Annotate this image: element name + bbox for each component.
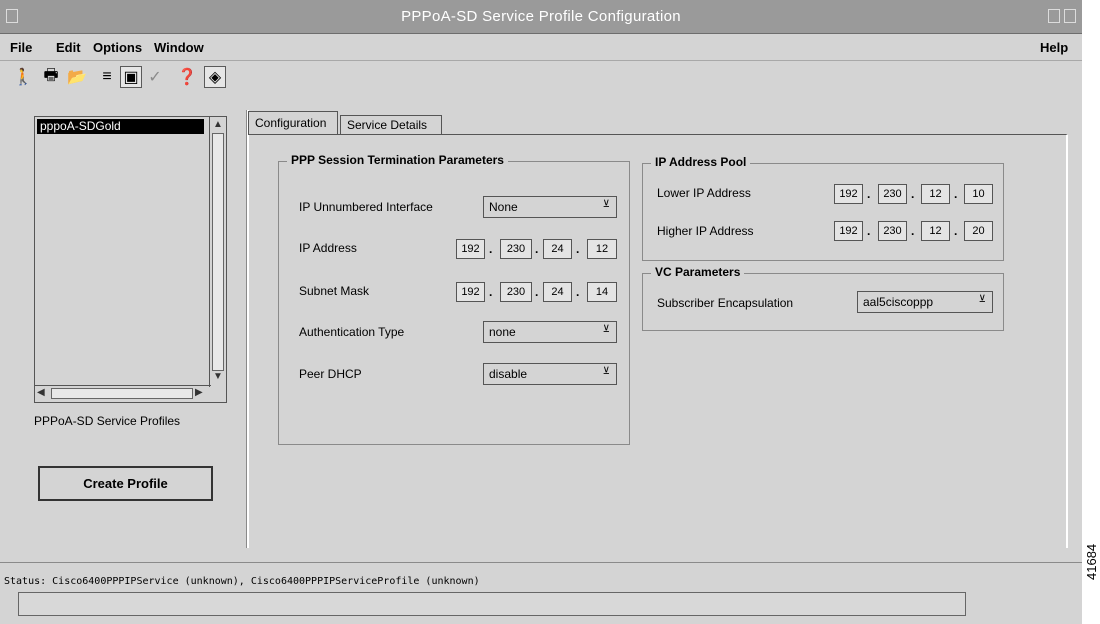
encap-value: aal5ciscoppp	[863, 295, 934, 309]
list-item[interactable]: pppoA-SDGold	[37, 119, 204, 134]
print-icon[interactable]: 🖶	[40, 66, 62, 88]
higher-ip-octet-2[interactable]: 230	[878, 221, 907, 241]
ip-dot: .	[576, 285, 580, 299]
lower-ip-octet-4[interactable]: 10	[964, 184, 993, 204]
ip-address-octet-3[interactable]: 24	[543, 239, 572, 259]
higher-ip-octet-1[interactable]: 192	[834, 221, 863, 241]
figure-number: 41684	[1084, 543, 1099, 580]
ip-dot: .	[535, 285, 539, 299]
checkmark-icon[interactable]: ✓	[144, 66, 166, 88]
status-divider	[0, 562, 1082, 563]
ip-dot: .	[954, 224, 958, 238]
create-profile-button[interactable]: Create Profile	[38, 466, 213, 501]
app-window: PPPoA-SD Service Profile Configuration F…	[0, 0, 1082, 624]
monitor-icon[interactable]: ▣	[120, 66, 142, 88]
menu-edit[interactable]: Edit	[56, 40, 81, 55]
ip-pool-group: IP Address Pool Lower IP Address 192 . 2…	[642, 155, 1004, 261]
menu-window[interactable]: Window	[154, 40, 204, 55]
window-title: PPPoA-SD Service Profile Configuration	[401, 8, 681, 25]
ip-unnumbered-label: IP Unnumbered Interface	[299, 200, 433, 214]
lower-ip-label: Lower IP Address	[657, 186, 751, 200]
ip-dot: .	[867, 224, 871, 238]
higher-ip-octet-3[interactable]: 12	[921, 221, 950, 241]
hscroll-thumb[interactable]	[51, 388, 193, 399]
menu-options[interactable]: Options	[93, 40, 142, 55]
vertical-scrollbar[interactable]: ▲ ▼	[209, 117, 226, 387]
lower-ip-octet-3[interactable]: 12	[921, 184, 950, 204]
profile-list-caption: PPPoA-SD Service Profiles	[34, 414, 181, 428]
refresh-icon[interactable]: ◈	[204, 66, 226, 88]
ip-pool-title: IP Address Pool	[651, 155, 751, 169]
menu-help[interactable]: Help	[1040, 40, 1068, 55]
scroll-thumb[interactable]	[212, 133, 224, 371]
subnet-octet-3[interactable]: 24	[543, 282, 572, 302]
peer-dhcp-value: disable	[489, 367, 528, 381]
open-folder-icon[interactable]: 📂	[66, 66, 88, 88]
ip-dot: .	[576, 242, 580, 256]
higher-ip-octet-4[interactable]: 20	[964, 221, 993, 241]
minimize-icon[interactable]	[1048, 9, 1060, 23]
dropdown-icon: ⊻	[602, 324, 610, 335]
scroll-up-icon[interactable]: ▲	[213, 119, 223, 130]
ppp-group: PPP Session Termination Parameters IP Un…	[278, 153, 630, 445]
higher-ip-label: Higher IP Address	[657, 224, 754, 238]
exit-icon[interactable]: 🚶	[12, 66, 34, 88]
menu-bar: File Edit Options Window Help	[0, 34, 1082, 61]
ip-dot: .	[535, 242, 539, 256]
subnet-octet-4[interactable]: 14	[587, 282, 617, 302]
ip-dot: .	[911, 224, 915, 238]
list-icon[interactable]: ≡	[96, 66, 118, 88]
ip-address-octet-1[interactable]: 192	[456, 239, 485, 259]
title-bar: PPPoA-SD Service Profile Configuration	[0, 0, 1082, 34]
auth-type-label: Authentication Type	[299, 325, 405, 339]
help-icon[interactable]: ❓	[176, 66, 198, 88]
encap-label: Subscriber Encapsulation	[657, 296, 794, 310]
ip-address-label: IP Address	[299, 241, 357, 255]
subnet-label: Subnet Mask	[299, 284, 370, 298]
menu-file[interactable]: File	[10, 40, 32, 55]
dropdown-icon: ⊻	[978, 294, 986, 305]
profile-list[interactable]: pppoA-SDGold ▲ ▼ ◀ ▶	[34, 116, 227, 403]
scroll-right-icon[interactable]: ▶	[195, 387, 203, 398]
ppp-group-title: PPP Session Termination Parameters	[287, 153, 508, 167]
vc-group: VC Parameters Subscriber Encapsulation a…	[642, 265, 1004, 331]
ip-dot: .	[867, 187, 871, 201]
maximize-icon[interactable]	[1064, 9, 1076, 23]
vc-title: VC Parameters	[651, 265, 745, 279]
horizontal-scrollbar[interactable]: ◀ ▶	[35, 385, 211, 402]
status-bar	[18, 592, 966, 616]
ip-address-octet-4[interactable]: 12	[587, 239, 617, 259]
subnet-octet-2[interactable]: 230	[500, 282, 532, 302]
ip-dot: .	[489, 285, 493, 299]
encap-select[interactable]: aal5ciscoppp ⊻	[857, 291, 993, 313]
config-panel: PPP Session Termination Parameters IP Un…	[248, 134, 1068, 548]
dropdown-icon: ⊻	[602, 199, 610, 210]
auth-type-value: none	[489, 325, 516, 339]
lower-ip-octet-2[interactable]: 230	[878, 184, 907, 204]
dropdown-icon: ⊻	[602, 366, 610, 377]
tab-service-details[interactable]: Service Details	[340, 115, 442, 135]
lower-ip-octet-1[interactable]: 192	[834, 184, 863, 204]
ip-dot: .	[489, 242, 493, 256]
ip-unnumbered-select[interactable]: None ⊻	[483, 196, 617, 218]
tab-configuration[interactable]: Configuration	[248, 111, 338, 135]
peer-dhcp-select[interactable]: disable ⊻	[483, 363, 617, 385]
scroll-down-icon[interactable]: ▼	[213, 371, 223, 382]
peer-dhcp-label: Peer DHCP	[299, 367, 362, 381]
ip-address-octet-2[interactable]: 230	[500, 239, 532, 259]
ip-dot: .	[911, 187, 915, 201]
subnet-octet-1[interactable]: 192	[456, 282, 485, 302]
scroll-left-icon[interactable]: ◀	[37, 387, 45, 398]
ip-unnumbered-value: None	[489, 200, 518, 214]
ip-dot: .	[954, 187, 958, 201]
auth-type-select[interactable]: none ⊻	[483, 321, 617, 343]
status-text: Status: Cisco6400PPPIPService (unknown),…	[4, 576, 480, 587]
